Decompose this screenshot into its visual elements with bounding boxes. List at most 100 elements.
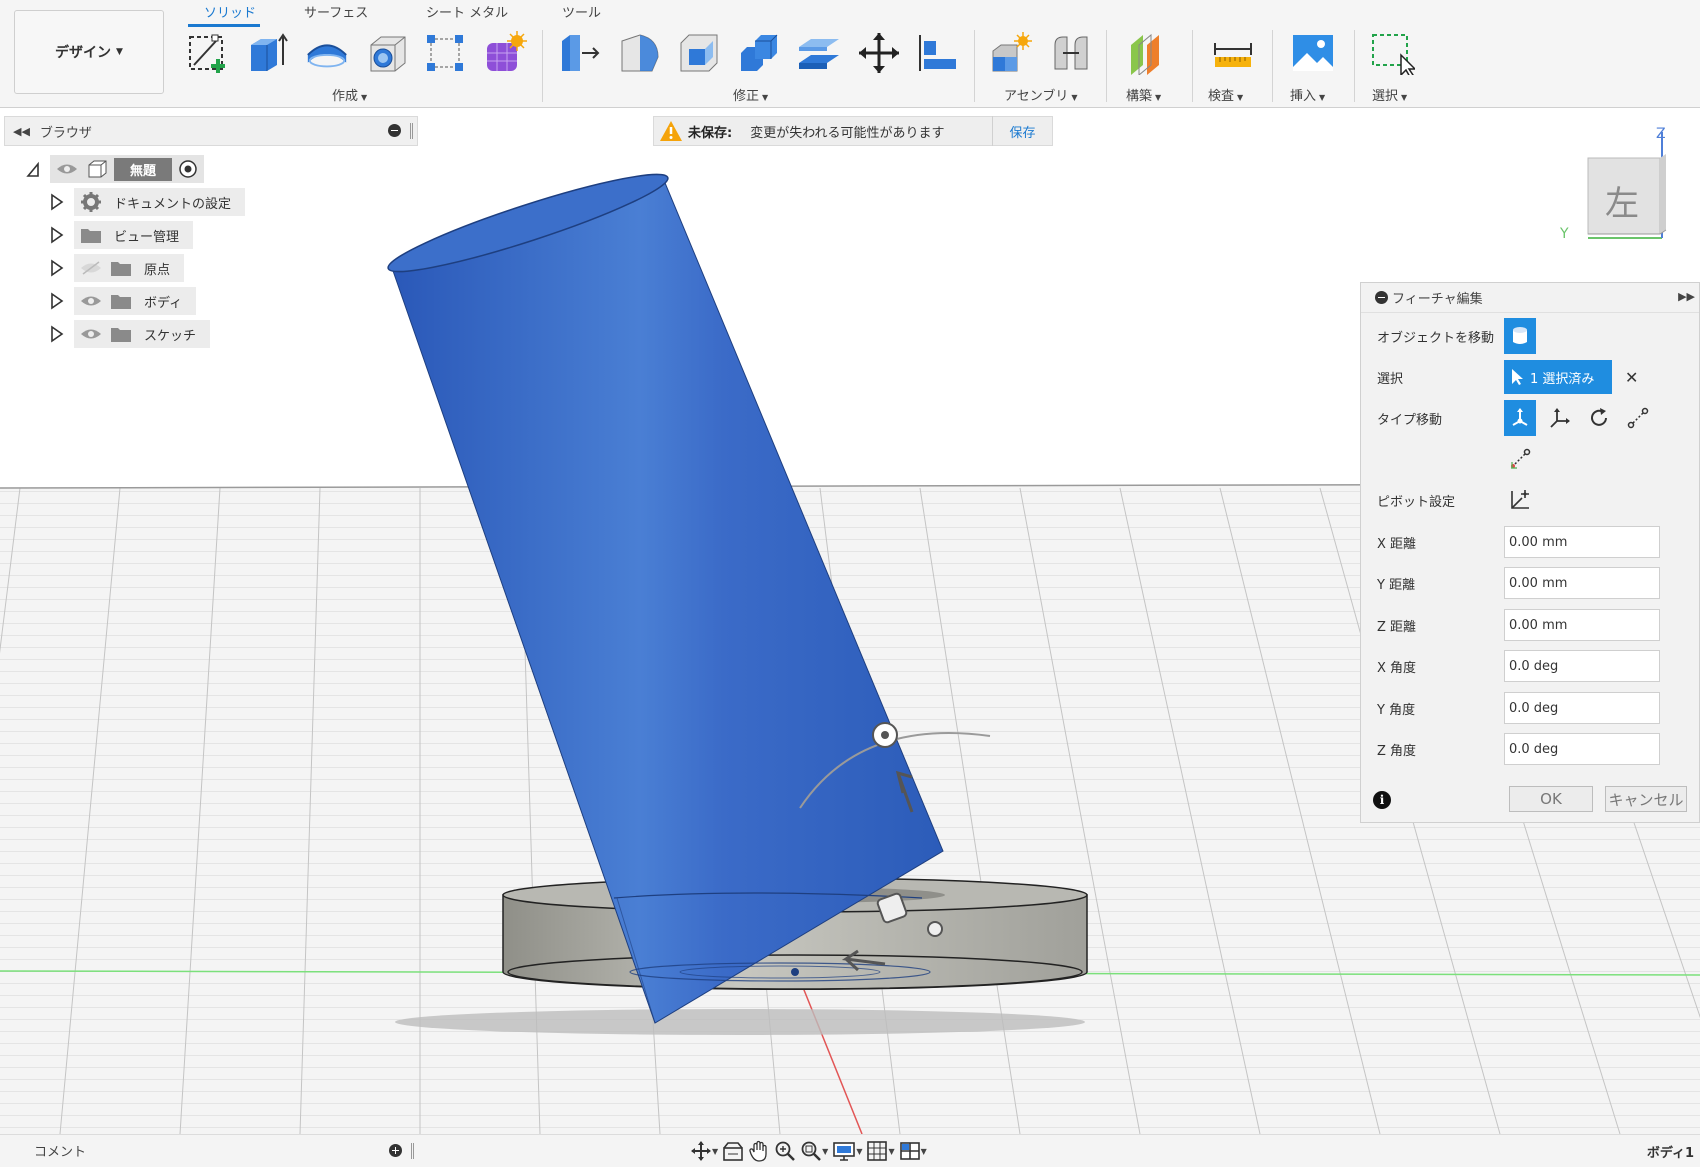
- create-menu[interactable]: 作成 ▼: [332, 85, 367, 104]
- browser-item-named-views[interactable]: ビュー管理: [50, 220, 194, 250]
- expanded-triangle-icon[interactable]: [26, 160, 40, 178]
- y-distance-input[interactable]: 0.00 mm: [1504, 567, 1660, 599]
- press-pull-button[interactable]: [557, 30, 603, 76]
- collapse-panel-icon[interactable]: ◀◀: [13, 125, 30, 138]
- construct-menu[interactable]: 構築 ▼: [1126, 85, 1161, 104]
- measure-icon: [1214, 43, 1252, 67]
- replace-face-button[interactable]: [796, 30, 842, 76]
- x-distance-row: X 距離 0.00 mm: [1361, 523, 1700, 561]
- translate-button[interactable]: [1544, 400, 1576, 436]
- toolbar-divider: [1272, 30, 1273, 102]
- z-angle-input[interactable]: 0.0 deg: [1504, 733, 1660, 765]
- axis-y-label: Y: [1560, 226, 1569, 242]
- workspace-label: デザイン: [55, 45, 112, 61]
- hole-icon: [370, 36, 406, 72]
- activate-radio-icon[interactable]: [178, 159, 198, 179]
- select-tool-button[interactable]: [1370, 30, 1416, 76]
- collapsed-triangle-icon[interactable]: [50, 325, 64, 343]
- revolve-button[interactable]: [304, 30, 350, 76]
- shell-button[interactable]: [676, 30, 722, 76]
- display-settings-button[interactable]: ▼: [832, 1138, 862, 1164]
- point-to-position-button[interactable]: [1504, 441, 1536, 477]
- ok-button[interactable]: OK: [1509, 786, 1593, 812]
- eye-icon[interactable]: [80, 327, 102, 341]
- collapse-dialog-icon[interactable]: [1375, 291, 1388, 304]
- selection-row: 選択 1 選択済み ✕: [1361, 358, 1700, 396]
- tab-sheet-metal[interactable]: シート メタル: [426, 2, 508, 21]
- panel-grip-icon[interactable]: [411, 1143, 414, 1159]
- point-to-point-button[interactable]: [1622, 400, 1654, 436]
- browser-item-bodies[interactable]: ボディ: [50, 286, 197, 316]
- y-angle-input[interactable]: 0.0 deg: [1504, 692, 1660, 724]
- offset-plane-button[interactable]: [1126, 30, 1172, 76]
- collapsed-triangle-icon[interactable]: [50, 193, 64, 211]
- hole-button[interactable]: [364, 30, 410, 76]
- browser-panel-header[interactable]: ◀◀ ブラウザ: [4, 116, 418, 146]
- extrude-button[interactable]: [244, 30, 290, 76]
- pan-button[interactable]: [748, 1138, 770, 1164]
- workspace-switcher[interactable]: デザイン ▼: [14, 10, 164, 94]
- collapsed-triangle-icon[interactable]: [50, 292, 64, 310]
- fillet-button[interactable]: [617, 30, 663, 76]
- collapsed-triangle-icon[interactable]: [50, 226, 64, 244]
- browser-root-node[interactable]: 無題: [26, 154, 205, 184]
- create-sketch-button[interactable]: [185, 30, 231, 76]
- pattern-button[interactable]: [422, 30, 468, 76]
- combine-button[interactable]: [736, 30, 782, 76]
- x-angle-input[interactable]: 0.0 deg: [1504, 650, 1660, 682]
- panel-grip-icon[interactable]: [410, 123, 413, 139]
- collapsed-triangle-icon[interactable]: [50, 259, 64, 277]
- tab-solid[interactable]: ソリッド: [204, 2, 256, 21]
- orbit-button[interactable]: ▼: [690, 1138, 718, 1164]
- select-label: 選択: [1372, 89, 1399, 104]
- viewports-button[interactable]: ▼: [899, 1138, 927, 1164]
- browser-item-label: ドキュメントの設定: [114, 196, 232, 212]
- eye-icon[interactable]: [80, 294, 102, 308]
- create-form-button[interactable]: [482, 30, 528, 76]
- move-type-label: タイプ移動: [1377, 412, 1443, 428]
- grid-settings-button[interactable]: ▼: [866, 1138, 895, 1164]
- browser-item-sketches[interactable]: スケッチ: [50, 319, 211, 349]
- body-selection-button[interactable]: [1504, 318, 1536, 354]
- free-move-button[interactable]: [1504, 400, 1536, 436]
- browser-item-document-settings[interactable]: ドキュメントの設定: [50, 187, 246, 217]
- zoom-button[interactable]: [774, 1138, 796, 1164]
- tab-tools[interactable]: ツール: [562, 2, 601, 21]
- minimize-icon[interactable]: [388, 124, 401, 137]
- rotate-button[interactable]: [1583, 400, 1615, 436]
- eye-icon[interactable]: [56, 162, 78, 176]
- viewcube-face-left[interactable]: 左: [1605, 176, 1639, 225]
- set-pivot-button[interactable]: [1504, 482, 1536, 518]
- viewcube[interactable]: 左 Z Y: [1560, 126, 1680, 246]
- move-copy-button[interactable]: [856, 30, 902, 76]
- x-distance-input[interactable]: 0.00 mm: [1504, 526, 1660, 558]
- browser-item-label: ビュー管理: [114, 229, 180, 245]
- insert-canvas-button[interactable]: [1290, 30, 1336, 76]
- add-comment-icon[interactable]: [389, 1144, 402, 1157]
- new-component-button[interactable]: [988, 30, 1034, 76]
- select-menu[interactable]: 選択 ▼: [1372, 85, 1407, 104]
- look-at-button[interactable]: [722, 1138, 744, 1164]
- root-component-name[interactable]: 無題: [114, 157, 173, 181]
- tab-surface[interactable]: サーフェス: [304, 2, 368, 21]
- align-button[interactable]: [915, 30, 961, 76]
- insert-menu[interactable]: 挿入 ▼: [1290, 85, 1325, 104]
- dialog-header[interactable]: フィーチャ編集 ▶▶: [1361, 283, 1699, 313]
- save-link[interactable]: 保存: [992, 116, 1052, 146]
- z-distance-input[interactable]: 0.00 mm: [1504, 609, 1660, 641]
- fit-button[interactable]: ▼: [800, 1138, 828, 1164]
- browser-item-origin[interactable]: 原点: [50, 253, 185, 283]
- selection-chip[interactable]: 1 選択済み: [1504, 360, 1612, 394]
- modify-menu[interactable]: 修正 ▼: [733, 85, 768, 104]
- cancel-button[interactable]: キャンセル: [1605, 786, 1687, 812]
- measure-button[interactable]: [1210, 30, 1256, 76]
- toolbar: デザイン ▼ ソリッド サーフェス シート メタル ツール 作成 ▼ 修正 ▼ …: [0, 0, 1700, 108]
- eye-hidden-icon[interactable]: [80, 261, 102, 275]
- info-icon[interactable]: i: [1373, 791, 1391, 809]
- inspect-menu[interactable]: 検査 ▼: [1208, 85, 1243, 104]
- comments-panel[interactable]: コメント: [6, 1134, 418, 1167]
- clear-selection-icon[interactable]: ✕: [1625, 368, 1638, 387]
- assemble-menu[interactable]: アセンブリ ▼: [1004, 85, 1078, 104]
- joint-button[interactable]: [1048, 30, 1094, 76]
- expand-dialog-icon[interactable]: ▶▶: [1678, 290, 1695, 303]
